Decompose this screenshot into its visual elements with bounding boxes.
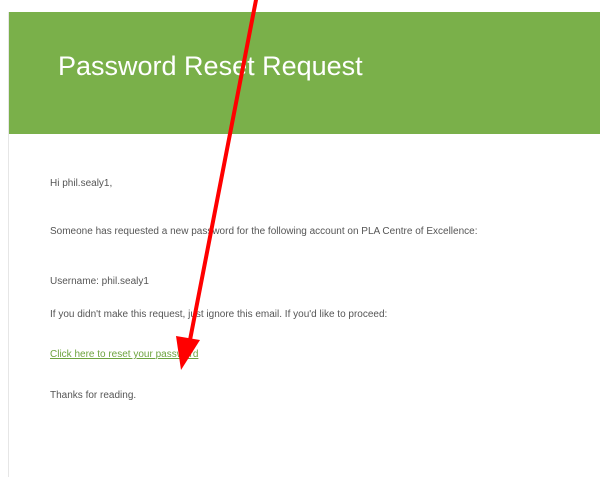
username-text: Username: phil.sealy1: [50, 276, 149, 287]
reset-password-link[interactable]: Click here to reset your password: [50, 349, 198, 360]
reset-link-row: Click here to reset your password: [50, 347, 198, 363]
email-card: Password Reset Request: [8, 12, 600, 477]
thanks-text: Thanks for reading.: [50, 390, 137, 401]
page: Password Reset Request Hi phil.sealy1, S…: [0, 0, 600, 477]
email-header: Password Reset Request: [9, 12, 600, 134]
email-title: Password Reset Request: [58, 51, 363, 81]
request-text: Someone has requested a new password for…: [50, 226, 478, 237]
greeting-text: Hi phil.sealy1,: [50, 178, 113, 189]
ignore-text: If you didn't make this request, just ig…: [50, 309, 388, 320]
